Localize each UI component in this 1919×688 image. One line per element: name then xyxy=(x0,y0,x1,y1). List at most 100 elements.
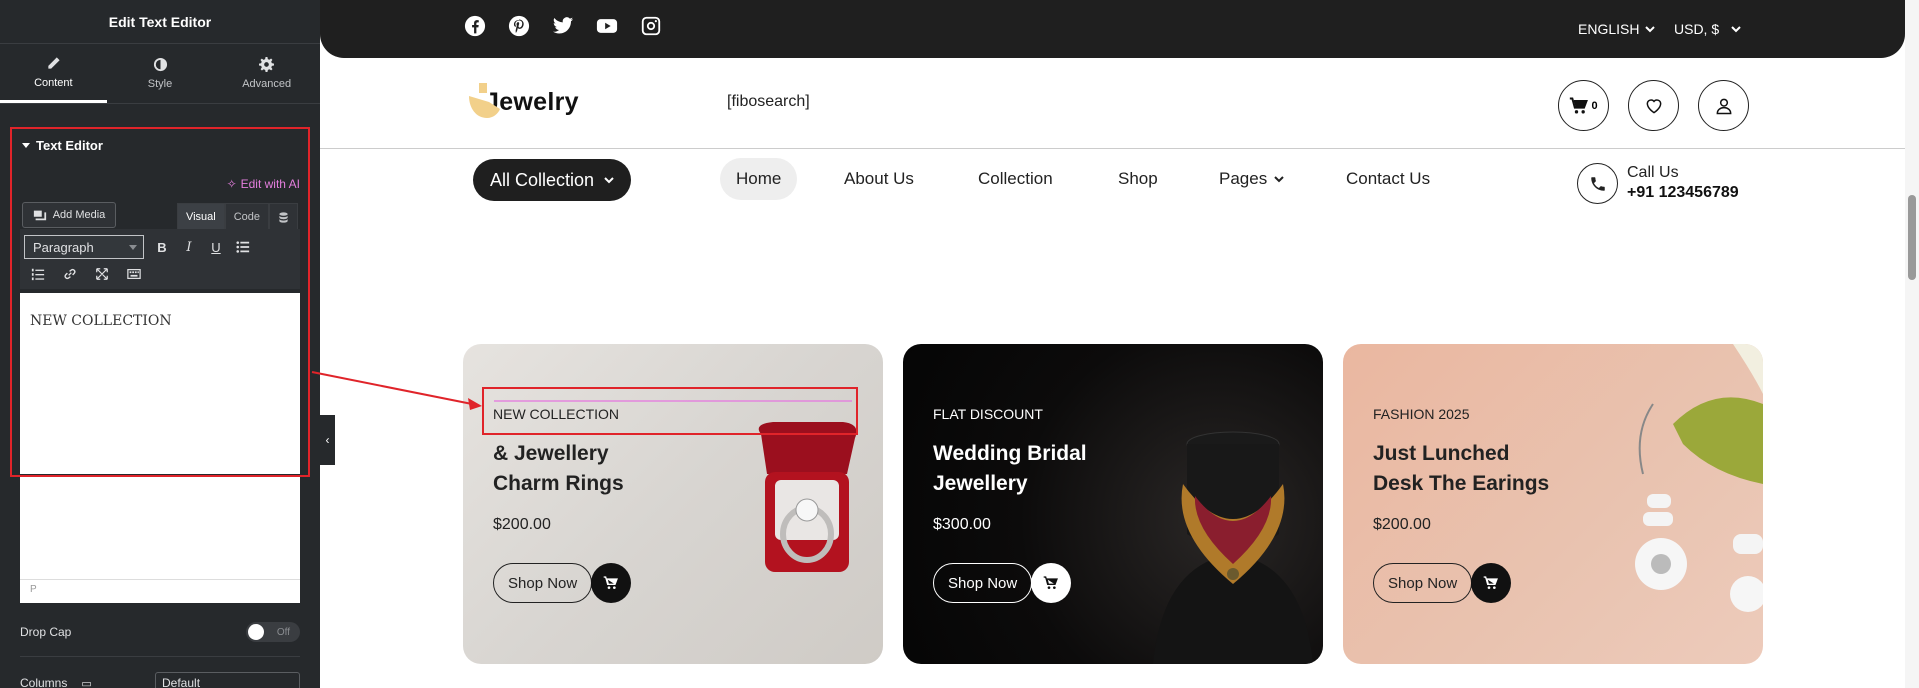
cart-icon xyxy=(1043,576,1058,589)
format-select[interactable]: Paragraph xyxy=(24,235,144,259)
tab-advanced[interactable]: Advanced xyxy=(213,44,320,103)
site-topbar xyxy=(320,0,1905,58)
bullet-list-icon xyxy=(236,241,250,253)
tab-style[interactable]: Style xyxy=(107,44,214,103)
columns-select[interactable]: Default xyxy=(155,672,300,688)
cart-count: 0 xyxy=(1591,99,1598,112)
nav-about-label: About Us xyxy=(844,169,914,188)
visual-tab[interactable]: Visual xyxy=(176,203,225,231)
card-title-line2: Desk The Earings xyxy=(1373,472,1550,495)
chevron-left-icon: ‹ xyxy=(325,433,330,447)
link-icon xyxy=(64,268,76,280)
all-collection-dropdown[interactable]: All Collection xyxy=(473,159,631,201)
contrast-icon xyxy=(153,57,167,72)
search-shortcode: [fibosearch] xyxy=(727,93,810,110)
card-title: Wedding Bridal Jewellery xyxy=(933,439,1087,499)
code-tab[interactable]: Code xyxy=(224,203,269,231)
header-divider xyxy=(320,148,1905,149)
wishlist-button[interactable] xyxy=(1628,80,1679,131)
section-toggle[interactable]: Text Editor xyxy=(22,138,103,153)
tab-advanced-label: Advanced xyxy=(242,78,292,90)
editor-panel: Edit Text Editor Content Style Advanced … xyxy=(0,0,320,688)
card-title: Just Lunched Desk The Earings xyxy=(1373,439,1549,499)
caret-down-icon xyxy=(22,143,30,148)
tab-style-label: Style xyxy=(147,78,173,90)
page-scrollbar[interactable] xyxy=(1905,0,1919,688)
chevron-down-icon xyxy=(1274,176,1284,183)
desktop-icon: ▭ xyxy=(81,677,92,688)
add-media-label: Add Media xyxy=(52,209,106,221)
call-us-number[interactable]: +91 123456789 xyxy=(1627,184,1739,202)
shop-now-button[interactable]: Shop Now xyxy=(1373,563,1473,603)
youtube-icon[interactable] xyxy=(596,15,618,37)
edit-with-ai-button[interactable]: ✧ Edit with AI xyxy=(227,177,300,191)
columns-label: Columns ▭ xyxy=(20,676,92,688)
currency-value: USD, $ xyxy=(1674,21,1720,37)
instagram-icon[interactable] xyxy=(640,15,662,37)
format-select-value: Paragraph xyxy=(33,240,94,255)
dropdown-arrow-icon xyxy=(129,245,137,250)
currency-selector[interactable]: USD, $ xyxy=(1674,21,1741,37)
edit-with-ai-label: Edit with AI xyxy=(240,177,300,191)
add-to-cart-button[interactable] xyxy=(1471,563,1511,603)
phone-icon xyxy=(1577,163,1618,204)
add-to-cart-button[interactable] xyxy=(591,563,631,603)
logo-mark-icon xyxy=(465,80,509,124)
underline-button[interactable]: U xyxy=(204,235,228,259)
site-logo[interactable]: Jewelry xyxy=(465,80,579,124)
dynamic-tags-button[interactable] xyxy=(269,203,298,231)
tab-content[interactable]: Content xyxy=(0,44,107,103)
drop-cap-toggle[interactable]: Off xyxy=(246,622,300,642)
card-title-line1: & Jewellery xyxy=(493,442,609,465)
pencil-icon xyxy=(48,56,60,69)
editor-content: NEW COLLECTION xyxy=(30,313,172,329)
card-price: $300.00 xyxy=(933,516,991,533)
call-us-label: Call Us xyxy=(1627,164,1679,181)
nav-pages[interactable]: Pages xyxy=(1219,158,1285,200)
editor-textarea-continued[interactable] xyxy=(20,477,300,579)
section-title: Text Editor xyxy=(36,138,103,153)
editor-textarea[interactable]: NEW COLLECTION xyxy=(20,293,300,474)
language-value: ENGLISH xyxy=(1578,21,1640,37)
toggle-knob xyxy=(248,624,264,640)
nav-contact-us[interactable]: Contact Us xyxy=(1346,158,1430,200)
divider xyxy=(20,656,300,657)
card-title-line2: Jewellery xyxy=(933,472,1028,495)
nav-home[interactable]: Home xyxy=(720,158,798,200)
twitter-icon[interactable] xyxy=(552,15,574,37)
nav-shop[interactable]: Shop xyxy=(1118,158,1158,200)
pinterest-icon[interactable] xyxy=(508,15,530,37)
fullscreen-icon xyxy=(96,268,108,280)
ring-box-image xyxy=(758,422,857,572)
cart-icon xyxy=(603,576,618,589)
fullscreen-button[interactable] xyxy=(90,262,114,286)
card-title-line1: Wedding Bridal xyxy=(933,442,1087,465)
shop-now-button[interactable]: Shop Now xyxy=(933,563,1033,603)
panel-title: Edit Text Editor xyxy=(0,0,320,44)
tab-content-label: Content xyxy=(34,76,73,89)
shop-now-button[interactable]: Shop Now xyxy=(493,563,593,603)
add-to-cart-button[interactable] xyxy=(1031,563,1071,603)
scrollbar-thumb[interactable] xyxy=(1908,195,1916,280)
gear-icon xyxy=(259,57,275,72)
cart-button[interactable]: 0 xyxy=(1558,80,1609,131)
italic-button[interactable]: I xyxy=(177,235,201,259)
add-media-button[interactable]: Add Media xyxy=(22,202,116,228)
language-selector[interactable]: ENGLISH xyxy=(1578,21,1656,37)
columns-row: Columns ▭ Default xyxy=(20,672,300,688)
collapse-panel-button[interactable]: ‹ xyxy=(320,415,335,465)
bullet-list-button[interactable] xyxy=(231,235,255,259)
nav-collection[interactable]: Collection xyxy=(978,158,1053,200)
nav-about-us[interactable]: About Us xyxy=(844,158,914,200)
toolbar-toggle-button[interactable] xyxy=(122,262,146,286)
facebook-icon[interactable] xyxy=(464,15,486,37)
drop-cap-row: Drop Cap Off xyxy=(20,622,300,642)
link-button[interactable] xyxy=(58,262,82,286)
cart-icon xyxy=(1483,576,1498,589)
sparkle-icon: ✧ xyxy=(226,177,237,191)
numbered-list-button[interactable] xyxy=(26,262,50,286)
account-button[interactable] xyxy=(1698,80,1749,131)
editor-toolbar: Paragraph B I U xyxy=(20,229,300,289)
bold-button[interactable]: B xyxy=(150,235,174,259)
chevron-down-icon xyxy=(1731,21,1741,37)
